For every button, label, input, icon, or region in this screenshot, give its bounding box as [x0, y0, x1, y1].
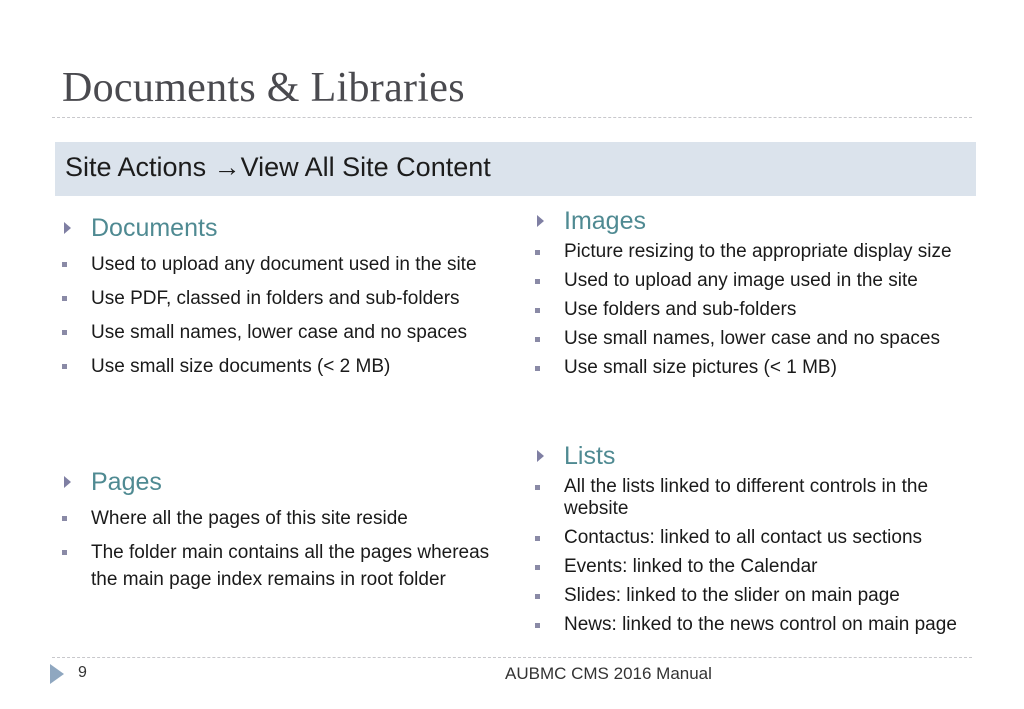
- list-item: Used to upload any image used in the sit…: [535, 270, 975, 292]
- section-pages: Pages Where all the pages of this site r…: [62, 465, 492, 600]
- section-title-lists: Lists: [564, 441, 616, 470]
- list-item: Contactus: linked to all contact us sect…: [535, 527, 975, 549]
- square-bullet-icon: [535, 565, 540, 570]
- section-images: Images Picture resizing to the appropria…: [535, 204, 975, 386]
- list-item: Use PDF, classed in folders and sub-fold…: [62, 285, 492, 312]
- list-item: Where all the pages of this site reside: [62, 505, 492, 532]
- list-item: News: linked to the news control on main…: [535, 614, 975, 636]
- square-bullet-icon: [535, 623, 540, 628]
- square-bullet-icon: [62, 550, 67, 555]
- section-title-pages: Pages: [91, 467, 162, 496]
- title-divider: [52, 117, 972, 118]
- banner-view-all: View All Site Content: [240, 152, 491, 182]
- navigation-banner: Site Actions →View All Site Content: [55, 142, 976, 196]
- square-bullet-icon: [535, 250, 540, 255]
- list-item: Use small size pictures (< 1 MB): [535, 357, 975, 379]
- list-item: Use folders and sub-folders: [535, 299, 975, 321]
- square-bullet-icon: [62, 262, 67, 267]
- caret-right-icon: [64, 222, 71, 234]
- footer-divider: [52, 657, 972, 658]
- footer-text: AUBMC CMS 2016 Manual: [505, 664, 712, 683]
- list-item: Use small names, lower case and no space…: [535, 328, 975, 350]
- square-bullet-icon: [535, 308, 540, 313]
- caret-right-icon: [537, 450, 544, 462]
- square-bullet-icon: [535, 366, 540, 371]
- page-number: 9: [78, 664, 87, 681]
- square-bullet-icon: [62, 364, 67, 369]
- section-documents: Documents Used to upload any document us…: [62, 211, 492, 387]
- list-item: Used to upload any document used in the …: [62, 251, 492, 278]
- banner-text: Site Actions →View All Site Content: [65, 152, 491, 183]
- list-item: The folder main contains all the pages w…: [62, 539, 492, 593]
- caret-right-icon: [64, 476, 71, 488]
- arrow-right-icon: →: [213, 152, 241, 182]
- square-bullet-icon: [535, 594, 540, 599]
- square-bullet-icon: [62, 516, 67, 521]
- square-bullet-icon: [535, 485, 540, 490]
- list-item: Use small names, lower case and no space…: [62, 319, 492, 346]
- caret-right-icon: [50, 664, 64, 684]
- list-item: Slides: linked to the slider on main pag…: [535, 585, 975, 607]
- square-bullet-icon: [535, 279, 540, 284]
- square-bullet-icon: [62, 330, 67, 335]
- square-bullet-icon: [62, 296, 67, 301]
- list-item: Picture resizing to the appropriate disp…: [535, 241, 975, 263]
- square-bullet-icon: [535, 337, 540, 342]
- list-item: Events: linked to the Calendar: [535, 556, 975, 578]
- section-title-documents: Documents: [91, 213, 218, 242]
- section-lists: Lists All the lists linked to different …: [535, 439, 975, 643]
- list-item: Use small size documents (< 2 MB): [62, 353, 492, 380]
- square-bullet-icon: [535, 536, 540, 541]
- banner-site-actions: Site Actions: [65, 152, 207, 182]
- caret-right-icon: [537, 215, 544, 227]
- slide-title: Documents & Libraries: [62, 65, 465, 111]
- list-item: All the lists linked to different contro…: [535, 476, 975, 520]
- section-title-images: Images: [564, 206, 646, 235]
